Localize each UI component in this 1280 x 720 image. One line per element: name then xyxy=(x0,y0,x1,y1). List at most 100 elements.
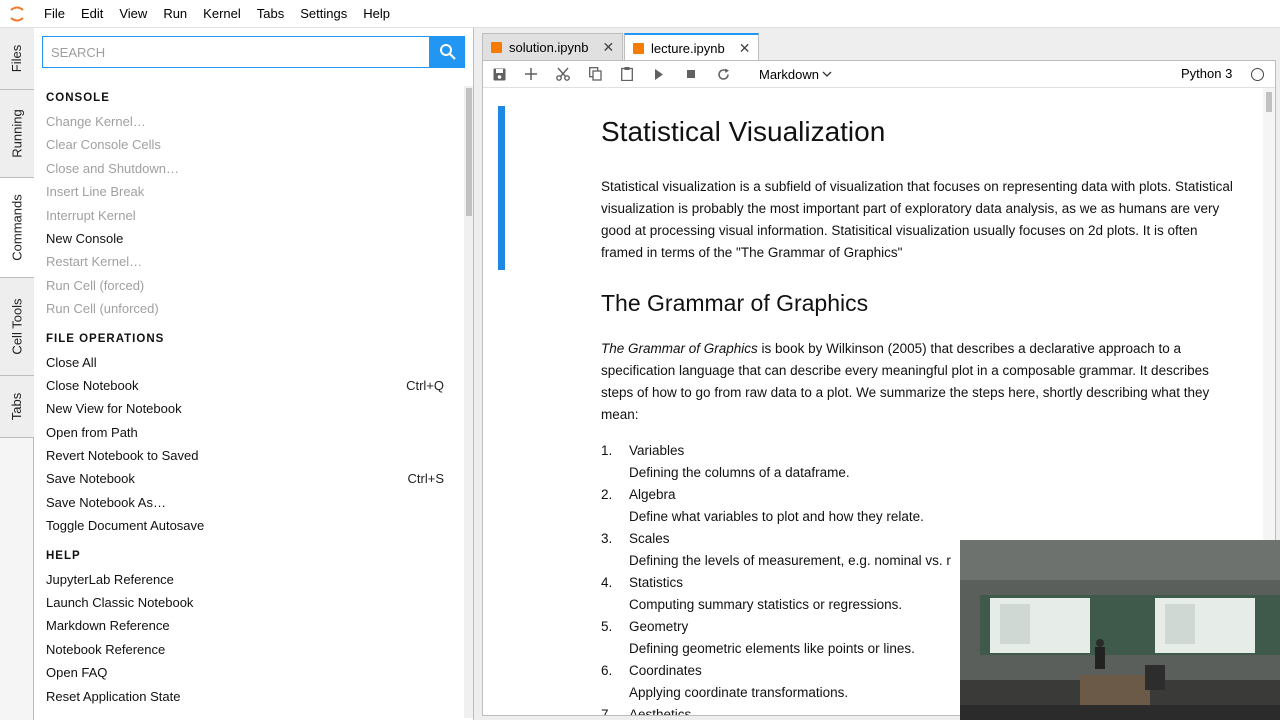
menu-help[interactable]: Help xyxy=(355,0,398,28)
command-item[interactable]: Save Notebook As… xyxy=(34,491,464,514)
close-icon[interactable]: ✕ xyxy=(603,39,615,56)
sidetab-running[interactable]: Running xyxy=(0,90,34,178)
command-item[interactable]: Toggle Document Autosave xyxy=(34,514,464,537)
sidetab-tabs-label: Tabs xyxy=(9,392,25,421)
command-item[interactable]: Revert Notebook to Saved xyxy=(34,444,464,467)
step-name: Variables xyxy=(629,443,685,458)
heading-grammar-of-graphics: The Grammar of Graphics xyxy=(601,290,869,316)
step-name: Geometry xyxy=(629,619,689,634)
section-header: CONSOLE xyxy=(46,92,110,104)
cell-type-select[interactable]: Markdown xyxy=(759,67,832,82)
list-item: 1. Variables Defining the columns of a dat… xyxy=(601,440,1241,484)
command-item[interactable]: Restart Kernel… xyxy=(34,250,464,273)
command-item[interactable]: Insert Line Break xyxy=(34,180,464,203)
command-item[interactable]: Markdown Reference xyxy=(34,614,464,637)
step-number: 3. xyxy=(601,531,613,546)
command-item[interactable]: Run Cell (forced) xyxy=(34,274,464,297)
command-item[interactable]: Change Kernel… xyxy=(34,110,464,133)
menubar: File Edit View Run Kernel Tabs Settings … xyxy=(0,0,1280,28)
step-number: 4. xyxy=(601,575,613,590)
command-item[interactable]: New Console xyxy=(34,227,464,250)
command-label: Run Cell (forced) xyxy=(46,277,145,293)
command-label: Reset Application State xyxy=(46,688,181,704)
command-label: Close Notebook xyxy=(46,377,139,393)
sidetab-cell-tools[interactable]: Cell Tools xyxy=(0,278,34,376)
tab-solution[interactable]: solution.ipynb ✕ xyxy=(482,33,624,60)
copy-button[interactable] xyxy=(579,61,611,88)
active-cell-marker[interactable] xyxy=(498,106,505,270)
command-list-scrollbar[interactable] xyxy=(464,86,473,718)
save-button[interactable] xyxy=(483,61,515,88)
command-search xyxy=(42,36,465,68)
refresh-icon xyxy=(717,68,729,80)
command-label: Save Notebook xyxy=(46,471,135,487)
sidetab-commands[interactable]: Commands xyxy=(0,178,34,278)
command-shortcut: Ctrl+S xyxy=(407,471,444,487)
heading-statistical-visualization: Statistical Visualization xyxy=(601,116,886,147)
chevron-down-icon xyxy=(822,71,832,77)
sidetab-commands-label: Commands xyxy=(9,194,25,261)
command-item[interactable]: Close Notebook Ctrl+Q xyxy=(34,374,464,397)
command-item[interactable]: JupyterLab Reference xyxy=(34,568,464,591)
sidetab-running-label: Running xyxy=(9,109,25,158)
command-item[interactable]: Clear Console Cells xyxy=(34,133,464,156)
kernel-status-icon xyxy=(1251,68,1264,81)
command-item[interactable]: Notebook Reference xyxy=(34,638,464,661)
sidetab-cell-tools-label: Cell Tools xyxy=(9,298,25,355)
sidetab-files[interactable]: Files xyxy=(0,28,34,90)
menu-run[interactable]: Run xyxy=(155,0,195,28)
grammar-paragraph: The Grammar of Graphics is book by Wilki… xyxy=(601,338,1241,426)
cut-button[interactable] xyxy=(547,61,579,88)
menu-edit[interactable]: Edit xyxy=(73,0,111,28)
play-icon xyxy=(655,68,663,80)
notebook-toolbar: Markdown Python 3 xyxy=(483,61,1275,88)
close-icon[interactable]: ✕ xyxy=(739,40,751,57)
search-icon xyxy=(439,44,456,60)
tab-lecture-label: lecture.ipynb xyxy=(651,40,725,56)
command-label: Open FAQ xyxy=(46,665,108,681)
menu-settings[interactable]: Settings xyxy=(292,0,355,28)
step-number: 7. xyxy=(601,707,613,715)
command-label: Notebook Reference xyxy=(46,641,166,657)
left-sidebar-tabs: Files Running Commands Cell Tools Tabs xyxy=(0,28,34,720)
command-label: New View for Notebook xyxy=(46,401,182,417)
command-search-input[interactable] xyxy=(42,36,430,68)
kernel-name[interactable]: Python 3 xyxy=(1181,66,1232,81)
run-button[interactable] xyxy=(643,61,675,88)
stop-icon xyxy=(687,70,695,78)
menu-kernel[interactable]: Kernel xyxy=(195,0,249,28)
sidetab-files-label: Files xyxy=(9,44,25,73)
command-label: Interrupt Kernel xyxy=(46,207,136,223)
step-number: 6. xyxy=(601,663,613,678)
sidetab-tabs[interactable]: Tabs xyxy=(0,376,34,438)
interrupt-button[interactable] xyxy=(675,61,707,88)
command-item[interactable]: Reset Application State xyxy=(34,685,464,708)
menu-tabs[interactable]: Tabs xyxy=(249,0,292,28)
cell-type-value: Markdown xyxy=(759,66,819,82)
step-name: Aesthetics xyxy=(629,707,692,715)
step-title: 1. Variables xyxy=(601,440,1241,462)
command-label: JupyterLab Reference xyxy=(46,571,174,587)
command-item[interactable]: Launch Classic Notebook xyxy=(34,591,464,614)
command-item[interactable]: Save Notebook Ctrl+S xyxy=(34,467,464,490)
insert-cell-button[interactable] xyxy=(515,61,547,88)
tab-lecture[interactable]: lecture.ipynb ✕ xyxy=(624,33,760,61)
command-item[interactable]: Close and Shutdown… xyxy=(34,157,464,180)
restart-button[interactable] xyxy=(707,61,739,88)
command-item[interactable]: Open from Path xyxy=(34,421,464,444)
menu-view[interactable]: View xyxy=(111,0,155,28)
command-shortcut: Ctrl+Q xyxy=(406,377,444,393)
command-label: Insert Line Break xyxy=(46,184,145,200)
command-item[interactable]: Interrupt Kernel xyxy=(34,204,464,227)
copy-icon xyxy=(588,67,602,81)
step-name: Scales xyxy=(629,531,670,546)
command-item[interactable]: Close All xyxy=(34,351,464,374)
document-tabbar: solution.ipynb ✕ lecture.ipynb ✕ xyxy=(474,28,1280,61)
menu-file[interactable]: File xyxy=(34,0,73,28)
command-item[interactable]: Run Cell (unforced) xyxy=(34,297,464,320)
command-item[interactable]: New View for Notebook xyxy=(34,397,464,420)
search-button[interactable] xyxy=(430,36,465,68)
command-item[interactable]: Open FAQ xyxy=(34,661,464,684)
paste-button[interactable] xyxy=(611,61,643,88)
save-icon xyxy=(493,68,505,80)
